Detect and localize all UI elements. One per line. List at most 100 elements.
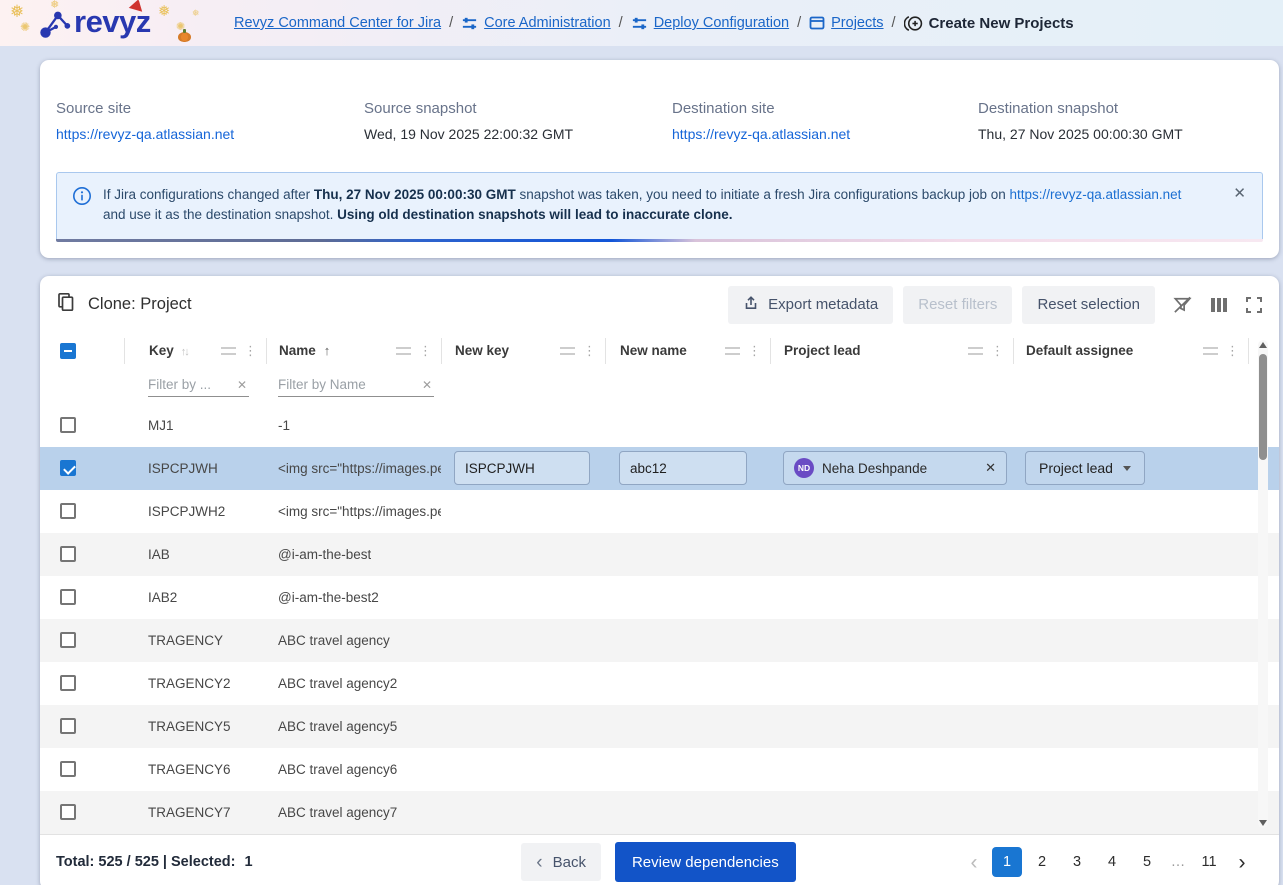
tune-icon (461, 15, 478, 32)
name-filter-input[interactable] (278, 376, 420, 392)
chevron-left-icon: ‹ (536, 851, 543, 873)
breadcrumb-revyz-command-center-for-jira[interactable]: Revyz Command Center for Jira (234, 15, 441, 31)
scroll-down-icon[interactable] (1259, 819, 1267, 826)
new-key-cell (441, 404, 605, 447)
fullscreen-icon[interactable] (1245, 296, 1263, 314)
pagination-prev[interactable] (961, 852, 987, 873)
row-select-cell (40, 791, 124, 834)
default-assignee-cell (1013, 490, 1249, 533)
row-checkbox[interactable] (60, 417, 76, 433)
name-text: <img src="https://images.pexe (278, 503, 441, 519)
default-assignee-dropdown[interactable]: Project lead (1025, 451, 1145, 485)
snapshot-info-item: Source site https://revyz-qa.atlassian.ne… (56, 100, 364, 144)
pagination-page-11[interactable]: 11 (1194, 847, 1224, 877)
breadcrumb-core-administration[interactable]: Core Administration (484, 15, 611, 31)
site-link[interactable]: https://revyz-qa.atlassian.net (56, 126, 234, 142)
column-menu-icon[interactable] (748, 343, 761, 359)
column-header-project-lead[interactable]: Project lead (770, 337, 1013, 364)
breadcrumb-deploy-configuration[interactable]: Deploy Configuration (654, 15, 789, 31)
pagination-page-1[interactable]: 1 (992, 847, 1022, 877)
drag-handle-icon[interactable] (221, 346, 236, 355)
breadcrumb-item: Create New Projects (903, 14, 1074, 33)
drag-handle-icon[interactable] (560, 346, 575, 355)
column-header-name[interactable]: Name (266, 337, 441, 364)
default-assignee-cell (1013, 619, 1249, 662)
name-text: @i-am-the-best (278, 546, 372, 562)
row-checkbox[interactable] (60, 718, 76, 734)
column-menu-icon[interactable] (1226, 343, 1239, 359)
vertical-scrollbar[interactable] (1258, 339, 1268, 828)
key-cell: IAB (148, 546, 170, 562)
site-link[interactable]: https://revyz-qa.atlassian.net (672, 126, 850, 142)
reset-selection-button[interactable]: Reset selection (1022, 285, 1155, 324)
pagination-page-5[interactable]: 5 (1132, 847, 1162, 877)
pagination-page-3[interactable]: 3 (1062, 847, 1092, 877)
drag-handle-icon[interactable] (396, 346, 411, 355)
column-header-new-key[interactable]: New key (441, 337, 605, 364)
snapshot-value: Wed, 19 Nov 2025 22:00:32 GMT (364, 126, 574, 142)
new-key-input[interactable] (454, 451, 590, 485)
row-checkbox[interactable] (60, 589, 76, 605)
breadcrumb-item: Deploy Configuration (631, 15, 789, 32)
clear-key-filter-icon[interactable] (235, 377, 249, 392)
pagination-page-2[interactable]: 2 (1027, 847, 1057, 877)
breadcrumb-projects[interactable]: Projects (831, 15, 883, 31)
new-name-cell (605, 705, 770, 748)
default-assignee-cell (1013, 533, 1249, 576)
vertical-scrollbar-thumb[interactable] (1259, 353, 1267, 460)
sort-icon[interactable] (174, 343, 188, 358)
pagination-page-4[interactable]: 4 (1097, 847, 1127, 877)
column-header-key[interactable]: Key (124, 337, 266, 364)
name-text: ABC travel agency5 (278, 718, 398, 734)
drag-handle-icon[interactable] (1203, 346, 1218, 355)
row-checkbox[interactable] (60, 503, 76, 519)
new-key-cell (441, 533, 605, 576)
project-lead-picker[interactable]: ND Neha Deshpande (783, 451, 1007, 485)
reset-filters-button[interactable]: Reset filters (903, 285, 1013, 324)
new-name-cell (605, 533, 770, 576)
columns-icon[interactable] (1210, 297, 1228, 313)
drag-handle-icon[interactable] (725, 346, 740, 355)
banner-close-icon[interactable] (1233, 184, 1246, 202)
column-label: New name (620, 343, 687, 358)
column-header-new-name[interactable]: New name (605, 337, 770, 364)
project-lead-cell (770, 404, 1013, 447)
new-name-cell (605, 791, 770, 834)
row-checkbox[interactable] (60, 546, 76, 562)
column-menu-icon[interactable] (583, 343, 596, 359)
app-logo[interactable]: ❅ ✺ ❅ ❅ ✺ ❅ revyz (10, 0, 212, 46)
row-checkbox[interactable] (60, 761, 76, 777)
row-checkbox[interactable] (60, 460, 76, 476)
new-name-input[interactable] (619, 451, 747, 485)
review-dependencies-button[interactable]: Review dependencies (614, 842, 796, 882)
column-label: Default assignee (1026, 343, 1134, 358)
page-content: Source site https://revyz-qa.atlassian.ne… (0, 46, 1283, 885)
row-select-cell (40, 490, 124, 533)
column-menu-icon[interactable] (244, 343, 257, 359)
banner-site-link[interactable]: https://revyz-qa.atlassian.net (1010, 187, 1182, 202)
filter-off-icon[interactable] (1172, 294, 1193, 315)
pagination-next[interactable] (1229, 852, 1255, 873)
table-row: TRAGENCY2 ABC travel agency2 (40, 662, 1279, 705)
breadcrumb-separator: / (891, 15, 896, 31)
key-filter-input[interactable] (148, 376, 235, 392)
clear-project-lead-icon[interactable] (985, 460, 996, 476)
row-checkbox[interactable] (60, 675, 76, 691)
new-name-cell (605, 576, 770, 619)
clear-name-filter-icon[interactable] (420, 377, 434, 392)
select-all-checkbox[interactable] (60, 342, 76, 359)
column-menu-icon[interactable] (419, 343, 432, 359)
back-button[interactable]: ‹ Back (521, 843, 601, 881)
export-metadata-button[interactable]: Export metadata (728, 285, 894, 324)
default-assignee-cell (1013, 662, 1249, 705)
drag-handle-icon[interactable] (968, 346, 983, 355)
column-menu-icon[interactable] (991, 343, 1004, 359)
sort-ascending-icon[interactable] (316, 343, 331, 358)
row-checkbox[interactable] (60, 804, 76, 820)
row-checkbox[interactable] (60, 632, 76, 648)
new-key-cell (441, 662, 605, 705)
project-lead-cell (770, 662, 1013, 705)
scroll-up-icon[interactable] (1259, 341, 1267, 348)
snapshot-info-grid: Source site https://revyz-qa.atlassian.ne… (56, 76, 1263, 172)
column-header-default-assignee[interactable]: Default assignee (1013, 337, 1249, 364)
